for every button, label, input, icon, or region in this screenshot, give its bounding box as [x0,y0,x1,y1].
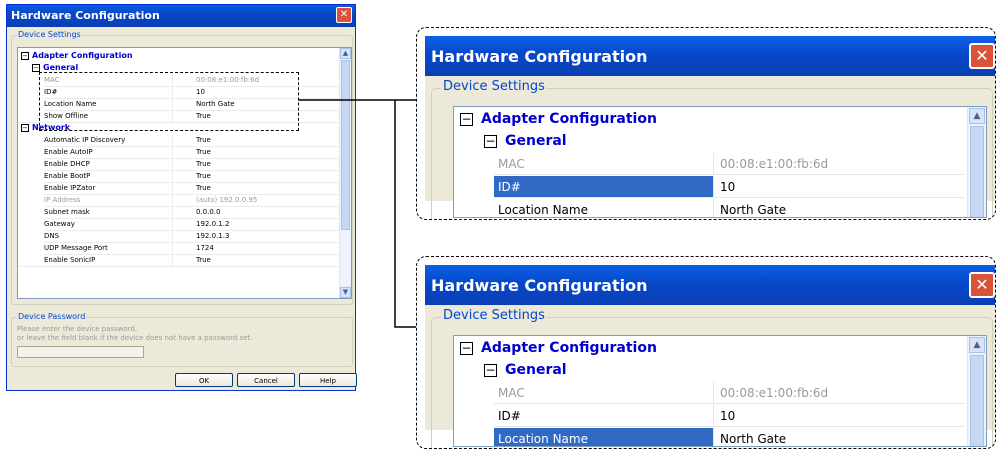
collapse-box-icon[interactable]: − [32,63,40,72]
property-grid-scrollbar[interactable]: ▲ [967,107,986,217]
scroll-up-arrow-icon[interactable]: ▲ [340,48,351,59]
property-value[interactable]: 0.0.0.0 [196,206,340,218]
category-adapter-configuration[interactable]: − Adapter Configuration [460,108,657,130]
zoom-titlebar: Hardware Configuration [425,265,995,305]
property-value[interactable]: True [196,254,340,266]
row-gutter [18,158,44,170]
zoom-titlebar: Hardware Configuration [425,36,995,76]
row-gutter [18,206,44,218]
close-icon[interactable]: ✕ [336,7,352,23]
property-value[interactable]: True [196,134,340,146]
close-icon[interactable]: ✕ [969,43,995,69]
property-name: DNS [44,230,173,242]
property-row-location-name[interactable]: Location Name North Gate [494,428,964,446]
property-row-mac[interactable]: MAC 00:08:e1:00:fb:6d [494,153,964,176]
property-value[interactable]: 1724 [196,242,340,254]
row-gutter [18,218,44,230]
property-name: Enable DHCP [44,158,173,170]
scrollbar-thumb[interactable] [970,355,984,446]
dialog-titlebar: Hardware Configuration ✕ [7,5,355,27]
collapse-box-icon[interactable]: − [484,363,497,377]
device-settings-label: Device Settings [17,30,82,39]
property-name: IP Address [44,194,173,206]
row-gutter [18,134,44,146]
property-value[interactable]: True [196,158,340,170]
scrollbar-thumb[interactable] [970,126,984,217]
device-password-label: Device Password [17,312,87,321]
collapse-box-icon[interactable]: − [460,112,473,126]
property-name: Enable AutoIP [44,146,173,158]
property-row-id[interactable]: ID# 10 [494,405,964,428]
help-button[interactable]: Help [299,373,357,387]
property-value[interactable]: 192.0.1.3 [196,230,340,242]
property-name: Enable BootP [44,170,173,182]
property-value[interactable]: True [196,182,340,194]
password-input[interactable] [17,346,144,358]
property-row-mac[interactable]: MAC 00:08:e1:00:fb:6d [494,382,964,405]
row-gutter [18,146,44,158]
row-gutter [18,254,44,266]
row-gutter [18,182,44,194]
scroll-down-arrow-icon[interactable]: ▼ [340,287,351,298]
property-value[interactable]: (auto) 192.0.0.95 [196,194,340,206]
ok-button[interactable]: OK [175,373,233,387]
property-name: Enable IPZator [44,182,173,194]
cancel-button[interactable]: Cancel [237,373,295,387]
property-name: Subnet mask [44,206,173,218]
row-gutter [18,242,44,254]
property-name: Gateway [44,218,173,230]
hardware-configuration-dialog: Hardware Configuration ✕ Device Settings… [6,4,357,391]
property-name: UDP Message Port [44,242,173,254]
scroll-up-arrow-icon[interactable]: ▲ [969,108,985,124]
category-adapter-configuration[interactable]: − Adapter Configuration [21,50,133,62]
zoom-body: Device Settings − Adapter Configuration −… [425,305,995,448]
zoom-body: Device Settings − Adapter Configuration −… [425,76,995,219]
property-grid-scrollbar[interactable]: ▲ [967,336,986,446]
collapse-box-icon[interactable]: − [21,123,29,132]
scrollbar-thumb[interactable] [341,60,350,230]
collapse-box-icon[interactable]: − [484,134,497,148]
property-value[interactable]: True [196,146,340,158]
row-gutter [18,230,44,242]
property-name: Automatic IP Discovery [44,134,173,146]
zoom-panel-top: Hardware Configuration ✕ Device Settings… [416,27,996,220]
property-row-location-name[interactable]: Location Name North Gate [494,199,964,217]
dialog-title: Hardware Configuration [11,9,160,22]
category-general[interactable]: − General [484,359,567,381]
zoom-panel-bottom: Hardware Configuration ✕ Device Settings… [416,256,996,449]
category-adapter-configuration[interactable]: − Adapter Configuration [460,337,657,359]
property-value[interactable]: True [196,170,340,182]
category-general[interactable]: − General [484,130,567,152]
close-icon[interactable]: ✕ [969,272,995,298]
collapse-box-icon[interactable]: − [21,51,29,60]
property-row-id[interactable]: ID# 10 [494,176,964,199]
device-settings-label: Device Settings [441,79,547,94]
collapse-box-icon[interactable]: − [460,341,473,355]
property-grid[interactable]: − Adapter Configuration − General MAC 00:08… [453,335,987,447]
row-gutter [18,194,44,206]
highlight-box [39,72,299,131]
row-gutter [18,170,44,182]
property-row[interactable]: Enable SonicIP True [18,254,341,267]
device-settings-label: Device Settings [441,308,547,323]
property-name: Enable SonicIP [44,254,173,266]
property-value[interactable]: 192.0.1.2 [196,218,340,230]
scroll-up-arrow-icon[interactable]: ▲ [969,337,985,353]
password-hint: Please enter the device password, or lea… [17,325,253,342]
property-grid-scrollbar[interactable]: ▲ ▼ [339,48,351,298]
property-grid[interactable]: − Adapter Configuration − General MAC 00:08… [453,106,987,218]
